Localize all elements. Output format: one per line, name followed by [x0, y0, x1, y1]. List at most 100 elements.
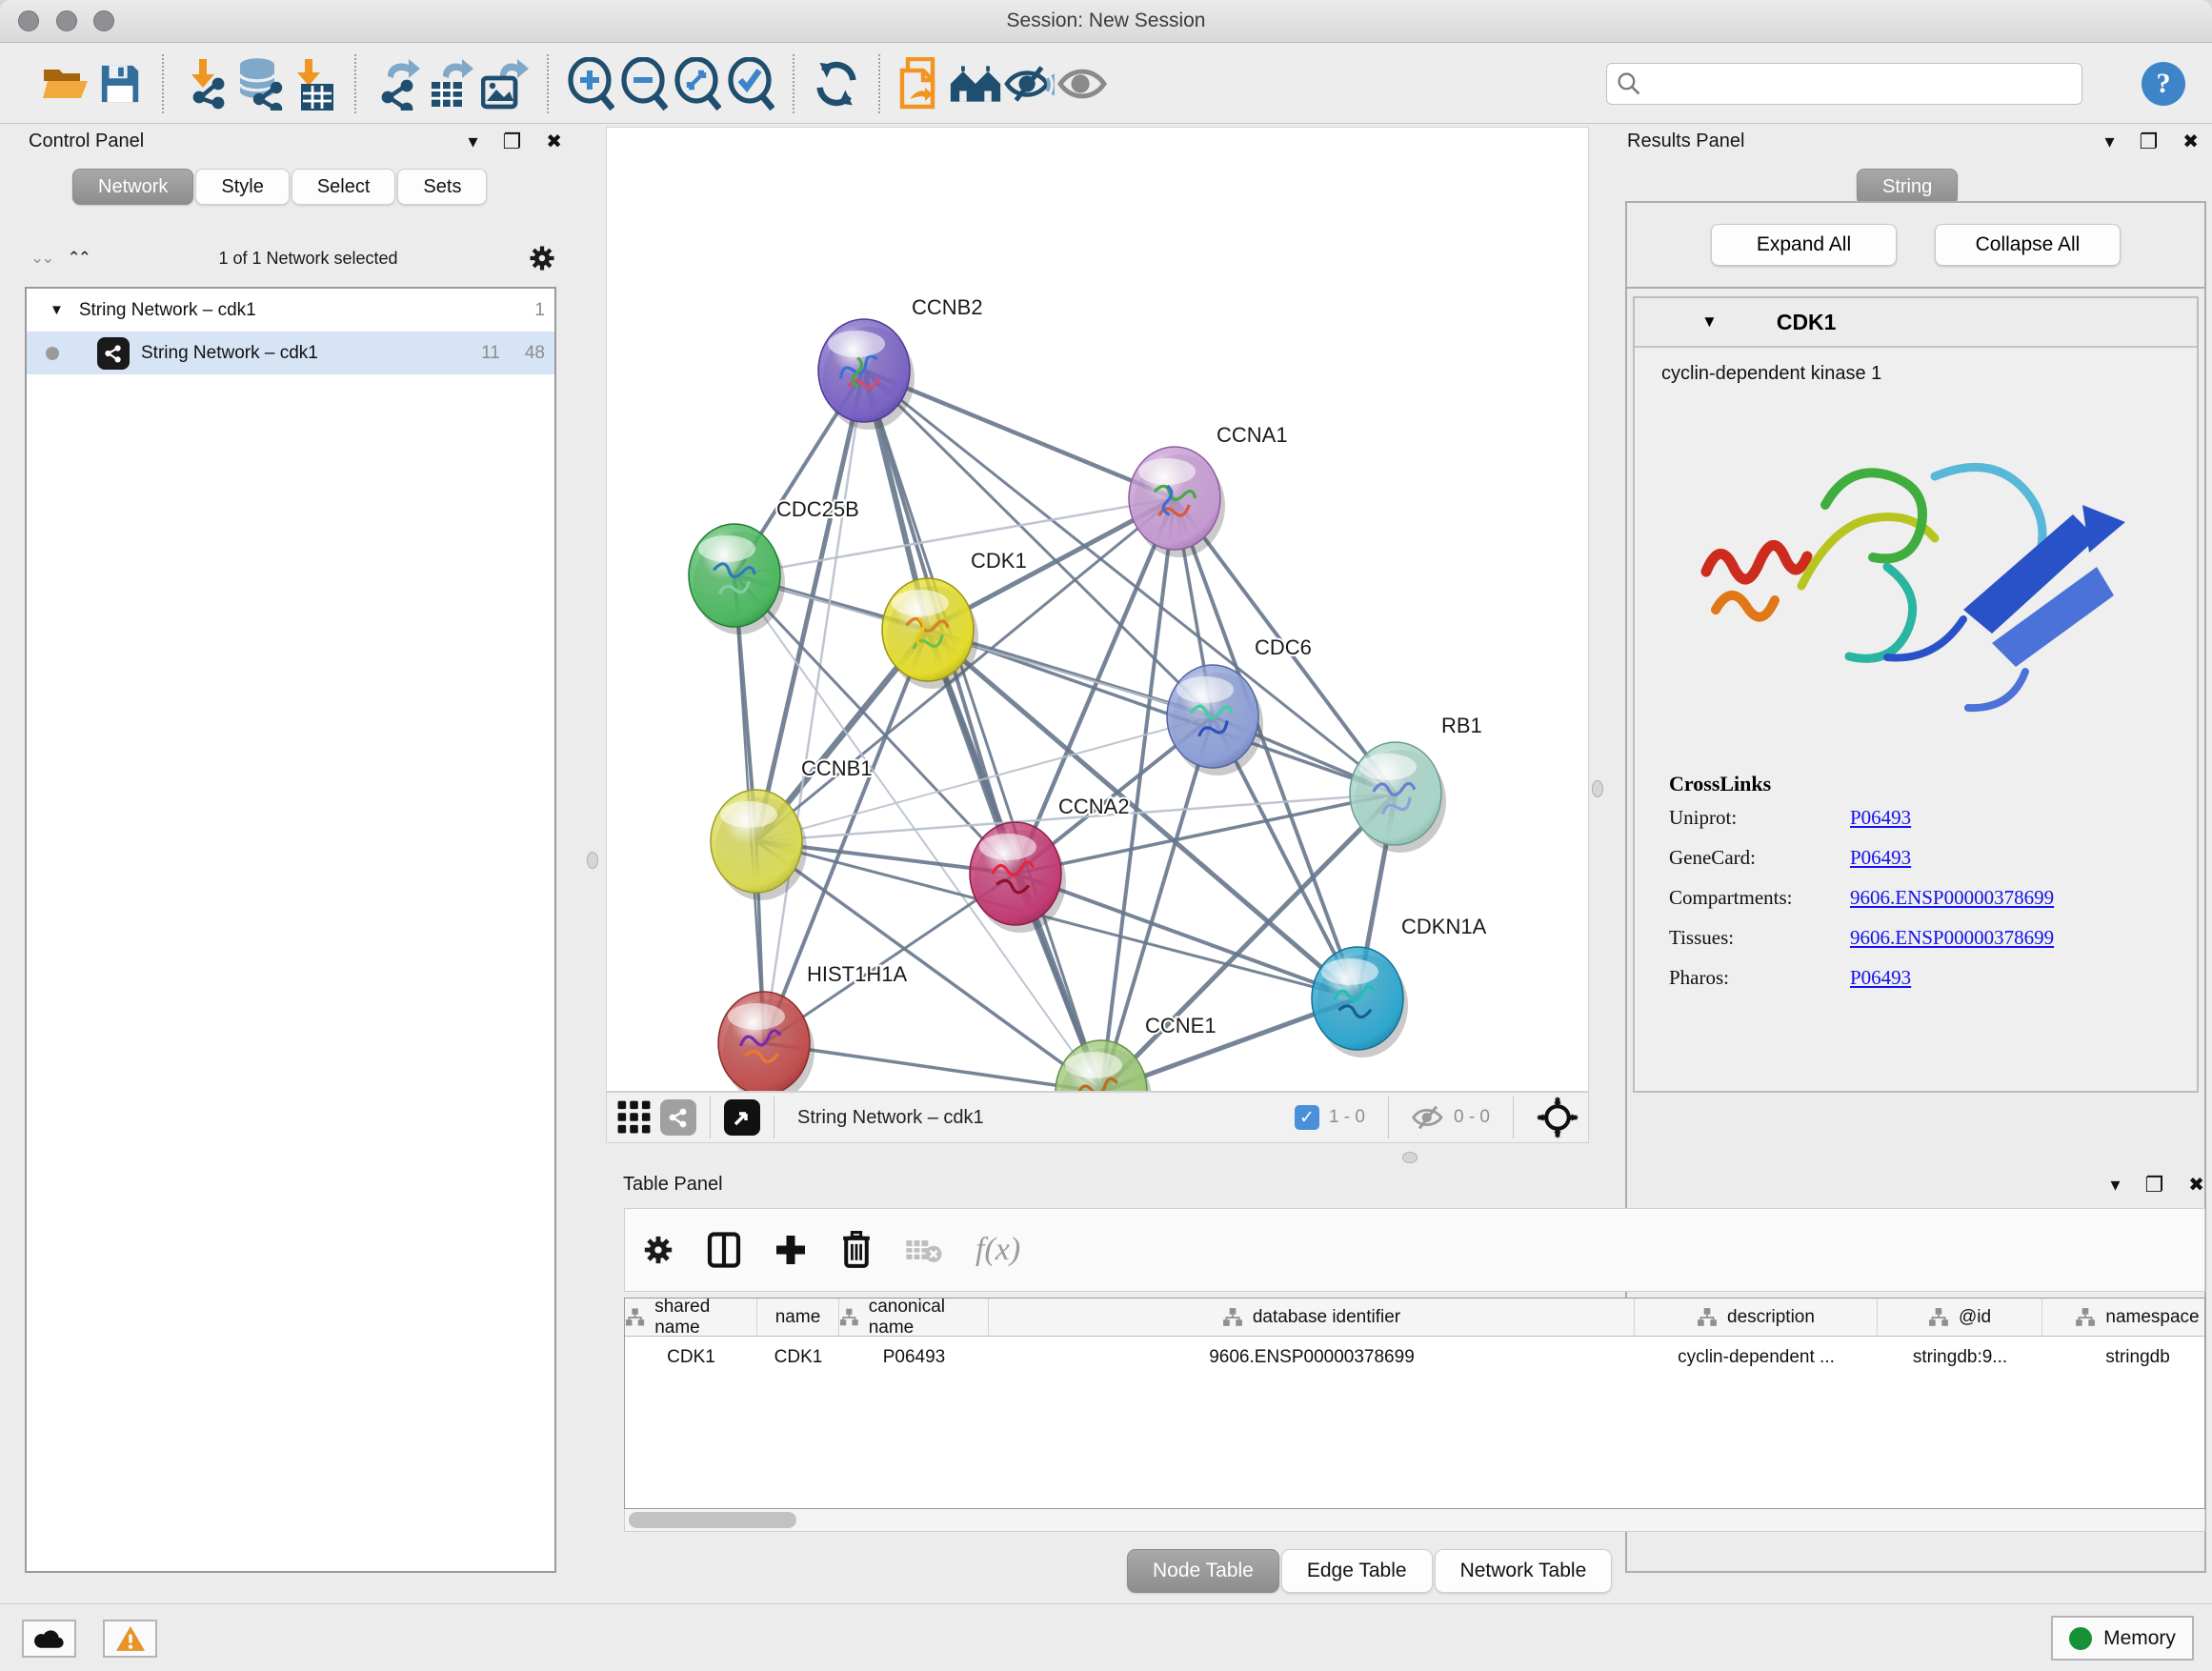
column-header-description[interactable]: description — [1635, 1299, 1878, 1337]
node-table-grid[interactable]: shared namenamecanonical namedatabase id… — [624, 1298, 2205, 1509]
table-cell[interactable]: stringdb — [2042, 1337, 2205, 1379]
string-home-button[interactable] — [949, 54, 1002, 113]
delete-trash-icon[interactable] — [840, 1231, 873, 1269]
tab-node-table[interactable]: Node Table — [1127, 1549, 1279, 1593]
network-graph[interactable]: CCNB2CCNA1CDC25BCDK1CDC6RB1CCNB1CCNA2CDK… — [607, 128, 1588, 1091]
save-session-button[interactable] — [93, 54, 147, 113]
crosslink-link[interactable]: P06493 — [1850, 846, 1911, 870]
table-cell[interactable]: cyclin-dependent ... — [1635, 1337, 1878, 1379]
float-panel-icon[interactable]: ▾ — [2104, 132, 2114, 151]
close-panel-icon[interactable]: ✖ — [2182, 132, 2199, 151]
export-table-button[interactable] — [425, 54, 478, 113]
zoom-window-button[interactable] — [93, 10, 114, 31]
network-edge[interactable] — [764, 371, 864, 1043]
network-node-RB1[interactable]: RB1 — [1350, 714, 1482, 853]
left-splitter-handle[interactable] — [587, 852, 598, 869]
birds-eye-view-icon[interactable] — [1537, 1097, 1579, 1138]
network-edge[interactable] — [928, 630, 1396, 794]
export-network-button[interactable] — [372, 54, 425, 113]
help-button[interactable]: ? — [2142, 62, 2185, 106]
network-node-CDC6[interactable]: CDC6 — [1167, 635, 1312, 775]
warnings-button[interactable] — [103, 1620, 157, 1658]
close-window-button[interactable] — [18, 10, 39, 31]
table-cell[interactable]: P06493 — [839, 1337, 989, 1379]
gene-section-header[interactable]: ▼ CDK1 — [1635, 298, 2197, 348]
crosslink-link[interactable]: 9606.ENSP00000378699 — [1850, 886, 2054, 910]
network-edge[interactable] — [764, 1043, 1101, 1091]
network-options-gear-icon[interactable] — [528, 244, 556, 272]
expand-all-button[interactable]: Expand All — [1711, 224, 1897, 266]
float-panel-icon[interactable]: ▾ — [2110, 1176, 2120, 1195]
close-panel-icon[interactable]: ✖ — [546, 132, 562, 151]
crosslink-link[interactable]: 9606.ENSP00000378699 — [1850, 926, 2054, 950]
network-node-CDC25B[interactable]: CDC25B — [689, 497, 859, 634]
show-graphics-button[interactable] — [1056, 54, 1109, 113]
network-row-selected[interactable]: String Network – cdk1 11 48 — [27, 332, 554, 374]
table-cell[interactable]: stringdb:9... — [1878, 1337, 2042, 1379]
tab-edge-table[interactable]: Edge Table — [1281, 1549, 1433, 1593]
table-cell[interactable]: 9606.ENSP00000378699 — [989, 1337, 1635, 1379]
tab-network-table[interactable]: Network Table — [1435, 1549, 1613, 1593]
export-image-button[interactable] — [478, 54, 532, 113]
section-collapse-icon[interactable]: ▼ — [1701, 312, 1718, 332]
scrollbar-thumb[interactable] — [629, 1512, 796, 1528]
import-network-file-button[interactable] — [179, 54, 232, 113]
add-column-icon[interactable] — [774, 1233, 808, 1267]
tab-string[interactable]: String — [1857, 169, 1958, 205]
zoom-fit-button[interactable] — [671, 54, 724, 113]
tab-style[interactable]: Style — [195, 169, 289, 205]
table-row[interactable]: CDK1CDK1P064939606.ENSP00000378699cyclin… — [625, 1337, 2204, 1379]
bottom-splitter-handle[interactable] — [1402, 1152, 1418, 1163]
show-columns-icon[interactable] — [707, 1231, 741, 1269]
table-horizontal-scrollbar[interactable] — [624, 1509, 2205, 1532]
tab-network[interactable]: Network — [72, 169, 193, 205]
import-table-file-button[interactable] — [286, 54, 339, 113]
right-splitter-handle[interactable] — [1592, 780, 1603, 797]
float-panel-icon[interactable]: ▾ — [468, 132, 477, 151]
network-node-CDK1[interactable]: CDK1 — [882, 549, 1027, 689]
column-header--id[interactable]: @id — [1878, 1299, 2042, 1337]
column-header-database-identifier[interactable]: database identifier — [989, 1299, 1635, 1337]
close-panel-icon[interactable]: ✖ — [2188, 1176, 2204, 1195]
network-node-CCNA1[interactable]: CCNA1 — [1129, 423, 1288, 557]
zoom-out-button[interactable] — [617, 54, 671, 113]
network-node-HIST1H1A[interactable]: HIST1H1A — [718, 962, 907, 1091]
network-share-view-button[interactable] — [660, 1099, 696, 1136]
table-options-gear-icon[interactable] — [642, 1234, 674, 1266]
tab-sets[interactable]: Sets — [397, 169, 487, 205]
grid-view-icon[interactable] — [616, 1099, 653, 1136]
detach-view-button[interactable] — [724, 1099, 760, 1136]
selected-checkbox-icon[interactable]: ✓ — [1295, 1105, 1319, 1130]
table-cell[interactable]: CDK1 — [625, 1337, 757, 1379]
column-header-namespace[interactable]: namespace — [2042, 1299, 2205, 1337]
network-node-CDKN1A[interactable]: CDKN1A — [1312, 915, 1487, 1057]
search-input[interactable] — [1641, 67, 2072, 101]
cloud-status-button[interactable] — [22, 1620, 76, 1658]
import-network-database-button[interactable] — [232, 54, 286, 113]
hide-graphics-button[interactable] — [1002, 54, 1056, 113]
collapse-all-button[interactable]: Collapse All — [1935, 224, 2121, 266]
crosslink-link[interactable]: P06493 — [1850, 966, 1911, 990]
column-header-canonical-name[interactable]: canonical name — [839, 1299, 989, 1337]
minimize-window-button[interactable] — [56, 10, 77, 31]
maximize-panel-icon[interactable]: ❐ — [2145, 1175, 2164, 1196]
column-header-shared-name[interactable]: shared name — [625, 1299, 757, 1337]
table-cell[interactable]: CDK1 — [757, 1337, 839, 1379]
memory-button[interactable]: Memory — [2051, 1616, 2194, 1661]
zoom-in-button[interactable] — [564, 54, 617, 113]
open-in-browser-button[interactable] — [895, 54, 949, 113]
collapse-all-networks-icon[interactable]: ⌄⌄ — [30, 249, 52, 268]
expand-all-networks-icon[interactable]: ⌃⌃ — [68, 249, 90, 268]
zoom-selected-button[interactable] — [724, 54, 777, 113]
apply-layout-button[interactable] — [810, 54, 863, 113]
tree-expand-icon[interactable]: ▼ — [50, 302, 64, 318]
maximize-panel-icon[interactable]: ❐ — [503, 131, 522, 152]
open-session-button[interactable] — [40, 54, 93, 113]
tab-select[interactable]: Select — [292, 169, 396, 205]
column-header-name[interactable]: name — [757, 1299, 839, 1337]
crosslink-link[interactable]: P06493 — [1850, 806, 1911, 830]
network-canvas[interactable]: CCNB2CCNA1CDC25BCDK1CDC6RB1CCNB1CCNA2CDK… — [606, 127, 1589, 1092]
network-collection-row[interactable]: ▼ String Network – cdk1 1 — [27, 289, 554, 332]
maximize-panel-icon[interactable]: ❐ — [2140, 131, 2159, 152]
network-edge[interactable] — [1016, 874, 1357, 998]
